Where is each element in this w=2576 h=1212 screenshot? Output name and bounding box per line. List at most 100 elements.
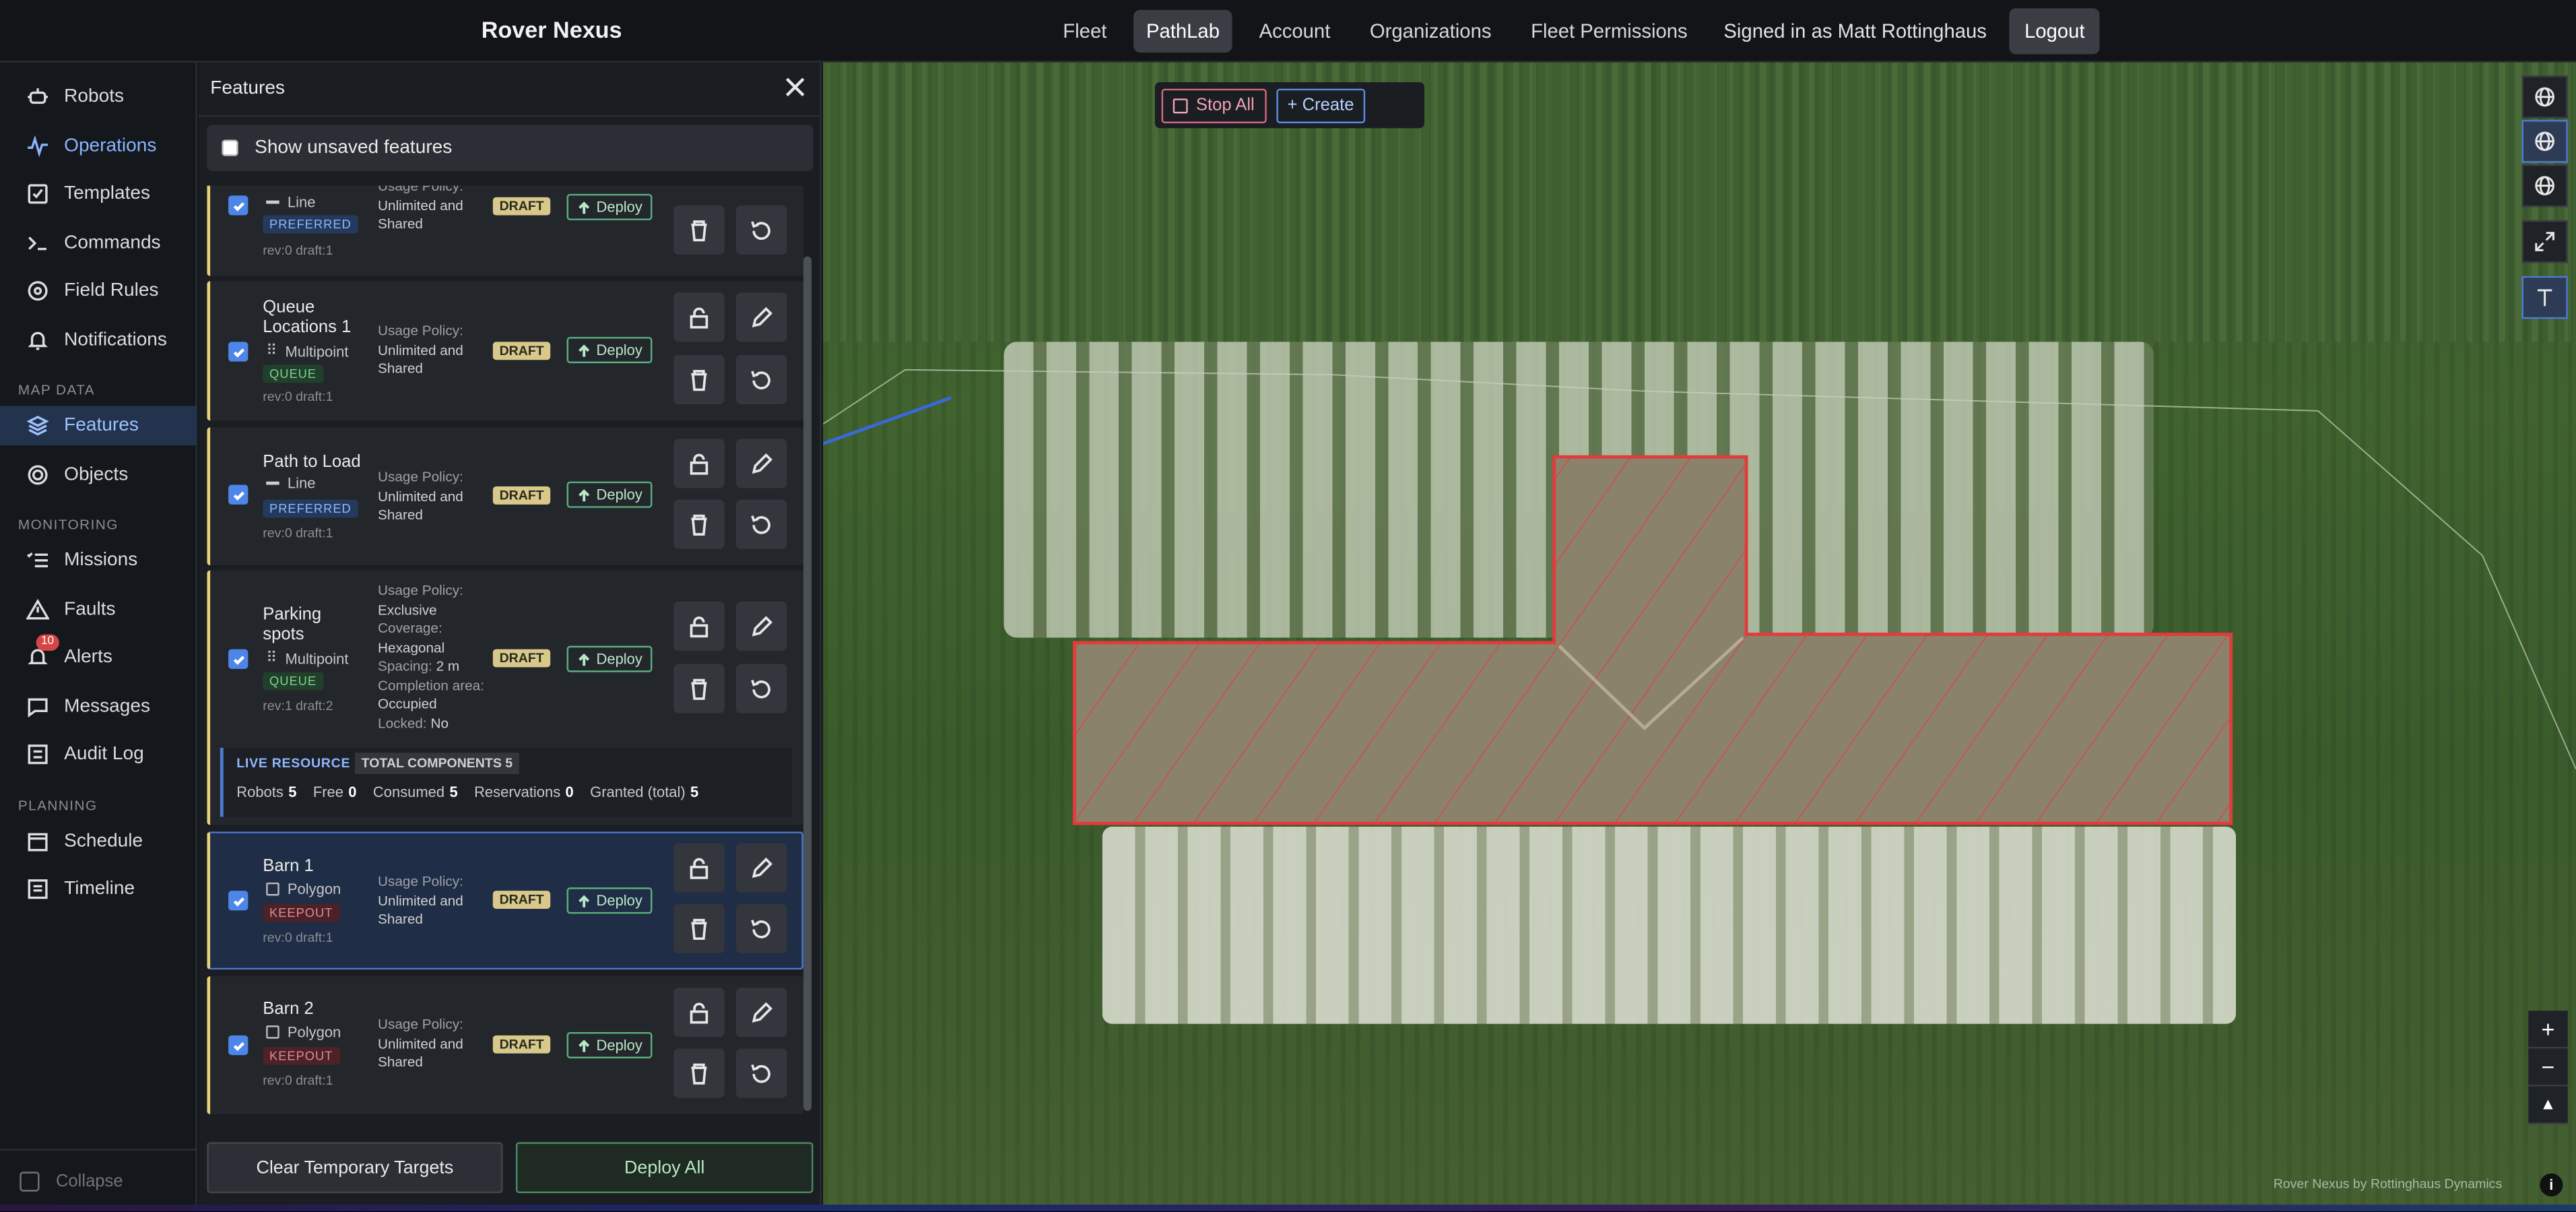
text-tool-button[interactable] bbox=[2521, 276, 2568, 319]
sidebar-item-missions[interactable]: Missions bbox=[0, 541, 197, 581]
feature-checkbox[interactable] bbox=[228, 195, 249, 216]
feature-checkbox[interactable] bbox=[228, 649, 249, 669]
edit-button[interactable] bbox=[735, 292, 787, 342]
deploy-button[interactable]: Deploy bbox=[566, 1031, 653, 1058]
zoom-in-button[interactable]: + bbox=[2528, 1011, 2568, 1049]
revert-button[interactable] bbox=[735, 205, 787, 255]
edit-button[interactable] bbox=[735, 601, 787, 651]
feature-card[interactable]: Parking spots ⠿ Multipoint QUEUE rev:1 dr… bbox=[207, 570, 803, 825]
lock-button[interactable] bbox=[673, 843, 725, 893]
lock-button[interactable] bbox=[673, 988, 725, 1038]
terrain-layer-button[interactable] bbox=[2521, 164, 2568, 208]
show-unsaved-label: Show unsaved features bbox=[255, 137, 453, 158]
edit-button[interactable] bbox=[735, 843, 787, 893]
feature-tag: QUEUE bbox=[263, 364, 323, 383]
logout-button[interactable]: Logout bbox=[2010, 7, 2100, 54]
lock-button[interactable] bbox=[673, 439, 725, 488]
clear-temporary-targets-button[interactable]: Clear Temporary Targets bbox=[207, 1142, 503, 1194]
delete-button[interactable] bbox=[673, 903, 725, 953]
feature-rev: rev:0 draft:1 bbox=[263, 930, 333, 945]
feature-tag: PREFERRED bbox=[263, 215, 358, 234]
sidebar-item-robots[interactable]: Robots bbox=[0, 77, 197, 117]
feature-policy: Usage Policy: Unlimited and Shared bbox=[378, 1015, 463, 1071]
sidebar-item-field-rules[interactable]: Field Rules bbox=[0, 272, 197, 311]
collapse-button[interactable]: Collapse bbox=[0, 1149, 197, 1211]
revert-button[interactable] bbox=[735, 499, 787, 549]
feature-card-selected[interactable]: Barn 1 Polygon KEEPOUT rev:0 draft:1 Usa… bbox=[207, 831, 803, 970]
delete-button[interactable] bbox=[673, 499, 725, 549]
deploy-button[interactable]: Deploy bbox=[566, 645, 653, 672]
panel-footer: Clear Temporary Targets Deploy All bbox=[207, 1142, 814, 1194]
compass-button[interactable]: ▲ bbox=[2528, 1086, 2568, 1124]
brand-title: Rover Nexus bbox=[481, 16, 622, 43]
multipoint-icon: ⠿ bbox=[266, 342, 277, 358]
delete-button[interactable] bbox=[673, 205, 725, 255]
lock-button[interactable] bbox=[673, 292, 725, 342]
fullscreen-button[interactable] bbox=[2521, 220, 2568, 263]
delete-button[interactable] bbox=[673, 354, 725, 405]
info-icon[interactable]: i bbox=[2540, 1173, 2563, 1197]
feature-card[interactable]: Barn 2 Polygon KEEPOUT rev:0 draft:1 Usa… bbox=[207, 976, 803, 1114]
trash-icon bbox=[691, 513, 707, 535]
deploy-button[interactable]: Deploy bbox=[566, 193, 653, 220]
section-planning: PLANNING bbox=[18, 797, 98, 814]
zoom-out-button[interactable]: − bbox=[2528, 1048, 2568, 1087]
feature-checkbox[interactable] bbox=[228, 484, 249, 505]
unlock-icon bbox=[690, 857, 708, 879]
feature-checkbox[interactable] bbox=[228, 1035, 249, 1056]
sidebar-item-alerts[interactable]: 10 Alerts bbox=[0, 634, 197, 677]
deploy-button[interactable]: Deploy bbox=[566, 337, 653, 364]
nav-organizations[interactable]: Organizations bbox=[1356, 9, 1505, 51]
sidebar-item-faults[interactable]: Faults bbox=[0, 590, 197, 630]
panel-title: Features bbox=[210, 79, 285, 99]
deploy-all-button[interactable]: Deploy All bbox=[515, 1142, 814, 1194]
revert-button[interactable] bbox=[735, 903, 787, 953]
globe-layer-button[interactable] bbox=[2521, 75, 2568, 119]
undo-icon bbox=[751, 918, 770, 938]
feature-card[interactable]: Queue Locations 1 ⠿ Multipoint QUEUE rev:… bbox=[207, 281, 803, 421]
nav-account[interactable]: Account bbox=[1246, 9, 1344, 51]
deploy-button[interactable]: Deploy bbox=[566, 887, 653, 914]
sidebar-item-features[interactable]: Features bbox=[0, 406, 197, 446]
sidebar-item-commands[interactable]: Commands bbox=[0, 224, 197, 263]
map-view[interactable]: Stop All + Create + − ▲ Rover Nexus by R… bbox=[823, 62, 2576, 1211]
nav-fleet[interactable]: Fleet bbox=[1050, 9, 1120, 51]
lock-button[interactable] bbox=[673, 601, 725, 651]
sidebar-item-timeline[interactable]: Timeline bbox=[0, 869, 197, 909]
arrow-up-icon bbox=[579, 652, 590, 665]
feature-rev: rev:0 draft:1 bbox=[263, 1073, 333, 1088]
show-unsaved-checkbox[interactable] bbox=[222, 139, 238, 156]
deploy-button[interactable]: Deploy bbox=[566, 481, 653, 508]
sidebar-item-messages[interactable]: Messages bbox=[0, 687, 197, 727]
edit-button[interactable] bbox=[735, 439, 787, 488]
satellite-layer-button[interactable] bbox=[2521, 120, 2568, 163]
sidebar-item-notifications[interactable]: Notifications bbox=[0, 321, 197, 360]
nav-fleet-permissions[interactable]: Fleet Permissions bbox=[1518, 9, 1701, 51]
revert-button[interactable] bbox=[735, 1048, 787, 1098]
stop-all-button[interactable]: Stop All bbox=[1161, 88, 1266, 123]
sidebar-item-templates[interactable]: Templates bbox=[0, 174, 197, 214]
calendar-icon bbox=[23, 830, 53, 853]
feature-card[interactable]: Path to Load Line PREFERRED rev:0 draft:… bbox=[207, 427, 803, 566]
globe-icon bbox=[2535, 131, 2554, 152]
sidebar-item-schedule[interactable]: Schedule bbox=[0, 822, 197, 862]
feature-checkbox[interactable] bbox=[228, 342, 249, 362]
delete-button[interactable] bbox=[673, 1048, 725, 1098]
feature-checkbox[interactable] bbox=[228, 891, 249, 911]
show-unsaved-toggle[interactable]: Show unsaved features bbox=[207, 125, 814, 171]
revert-button[interactable] bbox=[735, 354, 787, 405]
feature-list-scrollbar[interactable] bbox=[803, 191, 814, 1170]
sidebar-item-operations[interactable]: Operations bbox=[0, 127, 197, 166]
close-icon[interactable] bbox=[784, 75, 807, 98]
create-button[interactable]: + Create bbox=[1276, 88, 1366, 123]
polygon-type-icon bbox=[266, 882, 279, 896]
revert-button[interactable] bbox=[735, 664, 787, 713]
delete-button[interactable] bbox=[673, 664, 725, 713]
feature-card[interactable]: Line PREFERRED rev:0 draft:1 Usage Polic… bbox=[207, 185, 803, 276]
nav-pathlab[interactable]: PathLab bbox=[1133, 9, 1233, 52]
sidebar-item-objects[interactable]: Objects bbox=[0, 455, 197, 495]
sidebar-item-audit-log[interactable]: Audit Log bbox=[0, 734, 197, 774]
scrollbar-thumb[interactable] bbox=[803, 256, 812, 1112]
sidebar-item-label: Schedule bbox=[64, 831, 143, 852]
edit-button[interactable] bbox=[735, 988, 787, 1038]
